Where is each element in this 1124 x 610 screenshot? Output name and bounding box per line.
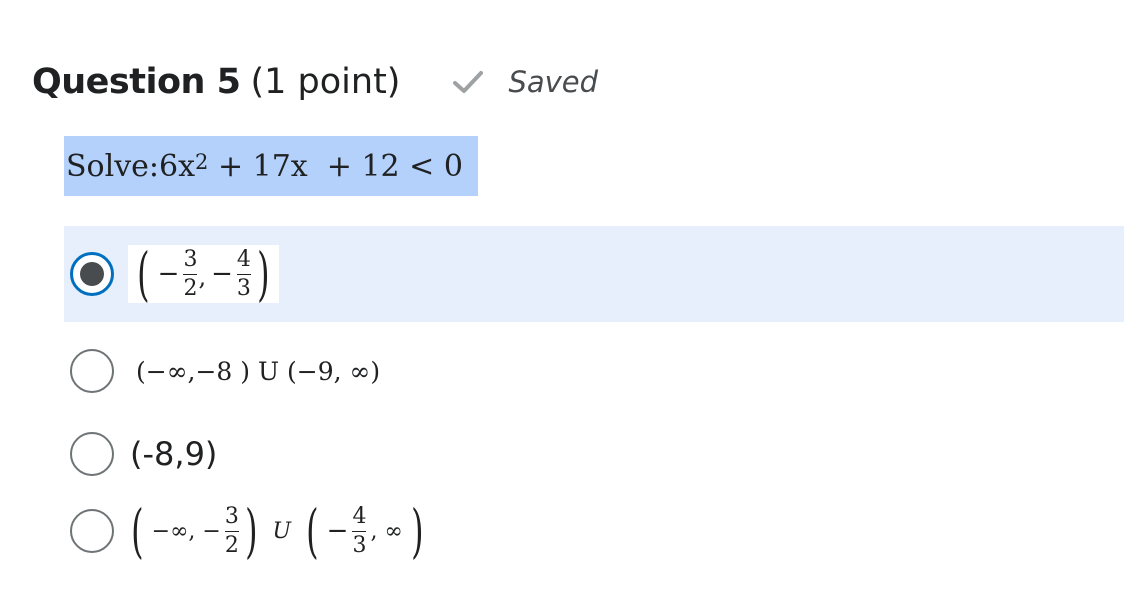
- answer-option-4[interactable]: ( −∞, − 3 2 ) U ( − 4 3 , ∞ ): [64, 486, 1124, 576]
- option-1-frac-2: 4 3: [236, 247, 252, 301]
- answer-option-3[interactable]: (-8,9): [64, 428, 1124, 480]
- radio-unchecked-icon[interactable]: [70, 509, 114, 553]
- frac-denominator: 3: [236, 275, 251, 301]
- option-4-frac-2: 4 3: [351, 504, 367, 558]
- answer-option-2[interactable]: (−∞,−8 ) U (−9, ∞): [64, 344, 1124, 398]
- question-points: (1 point): [250, 62, 401, 102]
- option-1-comma: ,: [198, 263, 207, 291]
- paren-right: ): [244, 497, 258, 565]
- option-1-minus-1: −: [157, 259, 180, 289]
- option-4-frac-1: 3 2: [224, 504, 240, 558]
- prompt-rest: + 17x + 12 < 0: [208, 148, 463, 184]
- frac-bar: [352, 530, 367, 532]
- paren-left: (: [137, 240, 150, 308]
- frac-numerator: 4: [236, 247, 251, 273]
- paren-right: ): [256, 240, 270, 308]
- prompt-lhs-base: 6x: [159, 148, 196, 184]
- question-header: Question 5 (1 point) Saved: [32, 62, 598, 102]
- option-4-left: −∞, −: [151, 518, 221, 544]
- prompt-label: Solve:: [66, 148, 160, 184]
- frac-numerator: 4: [352, 504, 367, 530]
- saved-label: Saved: [508, 65, 599, 99]
- option-3-text: (-8,9): [130, 435, 218, 473]
- option-1-minus-2: −: [211, 259, 233, 289]
- radio-unchecked-icon[interactable]: [70, 432, 114, 476]
- prompt-lhs-exp: 2: [195, 150, 209, 174]
- frac-bar: [183, 273, 198, 275]
- option-4-right: , ∞: [370, 518, 403, 544]
- frac-denominator: 3: [352, 532, 367, 558]
- frac-numerator: 3: [224, 504, 239, 530]
- question-prompt: Solve: 6x 2 + 17x + 12 < 0: [64, 136, 478, 196]
- option-4-union: U: [272, 518, 292, 544]
- paren-right: ): [410, 497, 424, 565]
- frac-denominator: 2: [224, 532, 239, 558]
- radio-checked-icon[interactable]: [70, 252, 114, 296]
- frac-bar: [236, 273, 251, 275]
- question-title: Question 5: [32, 62, 241, 102]
- option-2-text: (−∞,−8 ) U (−9, ∞): [136, 356, 381, 386]
- frac-denominator: 2: [183, 275, 198, 301]
- option-4-minus-2: −: [326, 516, 349, 546]
- radio-unchecked-icon[interactable]: [70, 349, 114, 393]
- option-4-math: ( −∞, − 3 2 ) U ( − 4 3 , ∞ ): [126, 502, 428, 560]
- check-icon: [453, 71, 484, 93]
- answer-option-1[interactable]: ( − 3 2 , − 4 3 ): [64, 226, 1124, 322]
- frac-bar: [224, 530, 239, 532]
- saved-status: Saved: [452, 65, 598, 99]
- option-1-math: ( − 3 2 , − 4 3 ): [128, 245, 279, 303]
- paren-left: (: [131, 497, 144, 565]
- paren-left: (: [306, 497, 319, 565]
- frac-numerator: 3: [183, 247, 198, 273]
- option-1-frac-1: 3 2: [182, 247, 198, 301]
